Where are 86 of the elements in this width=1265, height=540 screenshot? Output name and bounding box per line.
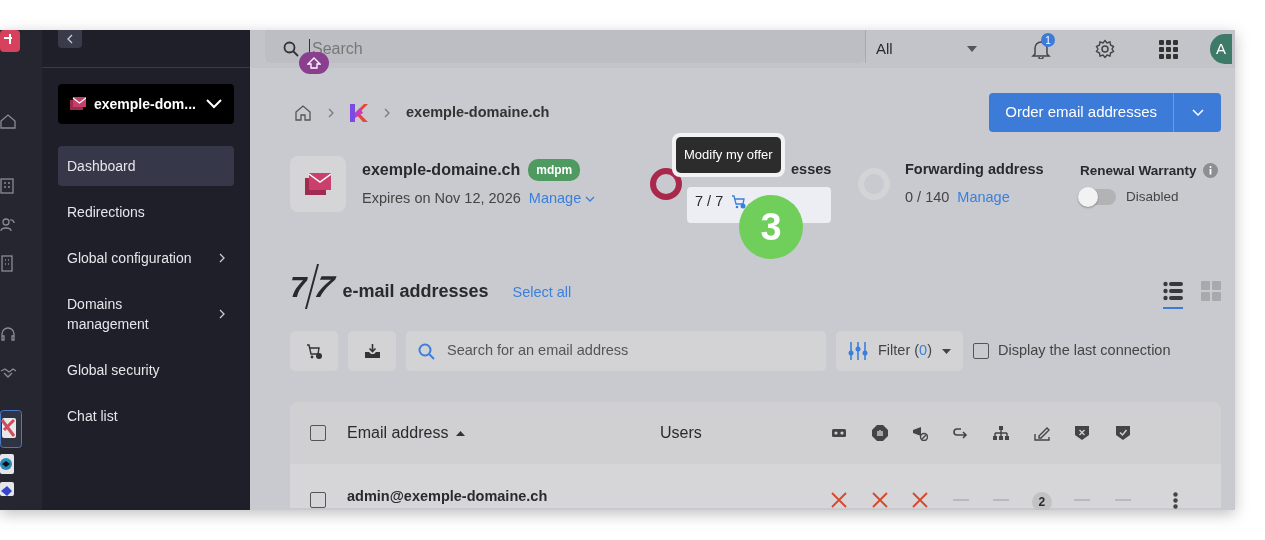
app-tile-icon[interactable] [0, 482, 14, 496]
column-header[interactable]: Email address [347, 421, 660, 445]
column-header: Users [660, 423, 703, 443]
app-tile-icon[interactable] [0, 454, 14, 474]
cart-plus-icon [305, 343, 323, 359]
info-icon [1202, 163, 1218, 179]
hierarchy-icon [993, 425, 1010, 441]
sidebar-item[interactable]: Global configuration [58, 238, 234, 278]
cart-plus-icon[interactable] [731, 194, 748, 209]
sidebar-item[interactable]: Domains management [58, 284, 234, 344]
tooltip: Modify my offer [676, 137, 781, 173]
renewal-toggle[interactable] [1080, 189, 1116, 206]
sidebar-item[interactable]: Redirections [58, 192, 234, 232]
scope-select[interactable]: All [865, 30, 985, 63]
plan-tag: mdpm [528, 159, 581, 182]
headset-icon[interactable] [0, 326, 16, 343]
chevron-down-icon [206, 99, 222, 109]
k-logo-icon[interactable] [350, 103, 368, 122]
checkbox[interactable] [973, 343, 989, 359]
redirect-arrow-icon [952, 425, 969, 441]
more-options-icon[interactable] [1173, 492, 1178, 509]
caret-down-icon [942, 348, 951, 354]
apps-grid-icon[interactable] [1159, 39, 1178, 59]
product-name: exemple-domaine.ch [362, 160, 521, 181]
mail-icon [305, 173, 331, 195]
email-search-bar[interactable]: Search for an email address [406, 331, 826, 371]
app-tile-icon[interactable] [0, 410, 22, 448]
chevron-left-icon [67, 34, 73, 44]
search-icon [283, 41, 299, 57]
settings-icon[interactable] [1095, 39, 1115, 59]
list-view-tab[interactable] [1163, 281, 1183, 309]
shield-x-icon [1074, 425, 1091, 441]
shortcut-badge[interactable] [299, 52, 329, 74]
stat-value: 0 / 140 [905, 188, 950, 207]
row-checkbox[interactable] [310, 492, 326, 508]
email-cell-text: admin@exemple-domaine.ch [347, 487, 549, 506]
usage-ring [649, 167, 683, 201]
notification-count: 1 [1041, 33, 1055, 47]
search-bar[interactable]: Search [265, 30, 865, 63]
hand-stop-icon [871, 425, 888, 441]
signature-icon [1033, 425, 1050, 441]
chevron-down-icon [585, 196, 596, 202]
caret-down-icon [967, 46, 977, 52]
breadcrumb-item: exemple-domaine.ch [406, 102, 550, 122]
stat-label: Forwarding address [905, 160, 1044, 180]
dropdown-toggle-button[interactable] [1173, 93, 1221, 132]
select-all-checkbox[interactable] [310, 425, 326, 441]
sidebar-item[interactable]: Chat list [58, 396, 234, 436]
cross-icon [831, 492, 848, 508]
megaphone-blocked-icon [912, 425, 929, 441]
sidebar-item[interactable]: Dashboard [58, 146, 234, 186]
step-badge: 3 [739, 195, 803, 259]
domain-selector[interactable]: exemple-dom... [58, 84, 234, 124]
sliders-icon [848, 342, 868, 360]
stat-label: esses [791, 160, 832, 180]
users-icon[interactable] [0, 216, 16, 233]
office-icon[interactable] [0, 255, 16, 272]
collapse-button[interactable] [58, 30, 82, 48]
cross-icon [912, 492, 929, 508]
chevron-right-icon [328, 107, 334, 118]
home-icon[interactable] [294, 103, 312, 122]
chevron-right-icon [384, 107, 390, 118]
building-icon[interactable] [0, 177, 16, 194]
mail-icon [70, 97, 86, 111]
expiry-date: Expires on Nov 12, 2026 [362, 189, 521, 209]
home-icon[interactable] [0, 112, 16, 129]
upload-icon [307, 57, 321, 69]
checkbox-label: Display the last connection [998, 341, 1171, 361]
stat-value: 7 / 7 [695, 192, 724, 211]
order-button[interactable]: Order email addresses [989, 93, 1173, 132]
search-icon [418, 342, 435, 360]
avatar[interactable]: A [1210, 34, 1232, 64]
app-logo-icon[interactable] [0, 30, 20, 52]
renewal-label: Renewal Warranty [1080, 161, 1197, 180]
chevron-down-icon [1191, 109, 1204, 116]
order-button[interactable] [290, 331, 338, 371]
sidebar-item[interactable]: Global security [58, 350, 234, 390]
renewal-status: Disabled [1126, 188, 1179, 206]
download-tray-icon [363, 343, 381, 359]
count-badge: 2 [1031, 492, 1052, 510]
shield-check-icon [1114, 425, 1131, 441]
email-search-input[interactable]: Search for an email address [445, 339, 826, 363]
list-title: e-mail addresses [342, 280, 489, 303]
cross-icon [871, 492, 888, 508]
filter-button[interactable]: Filter (0) [836, 331, 963, 371]
export-button[interactable] [348, 331, 396, 371]
